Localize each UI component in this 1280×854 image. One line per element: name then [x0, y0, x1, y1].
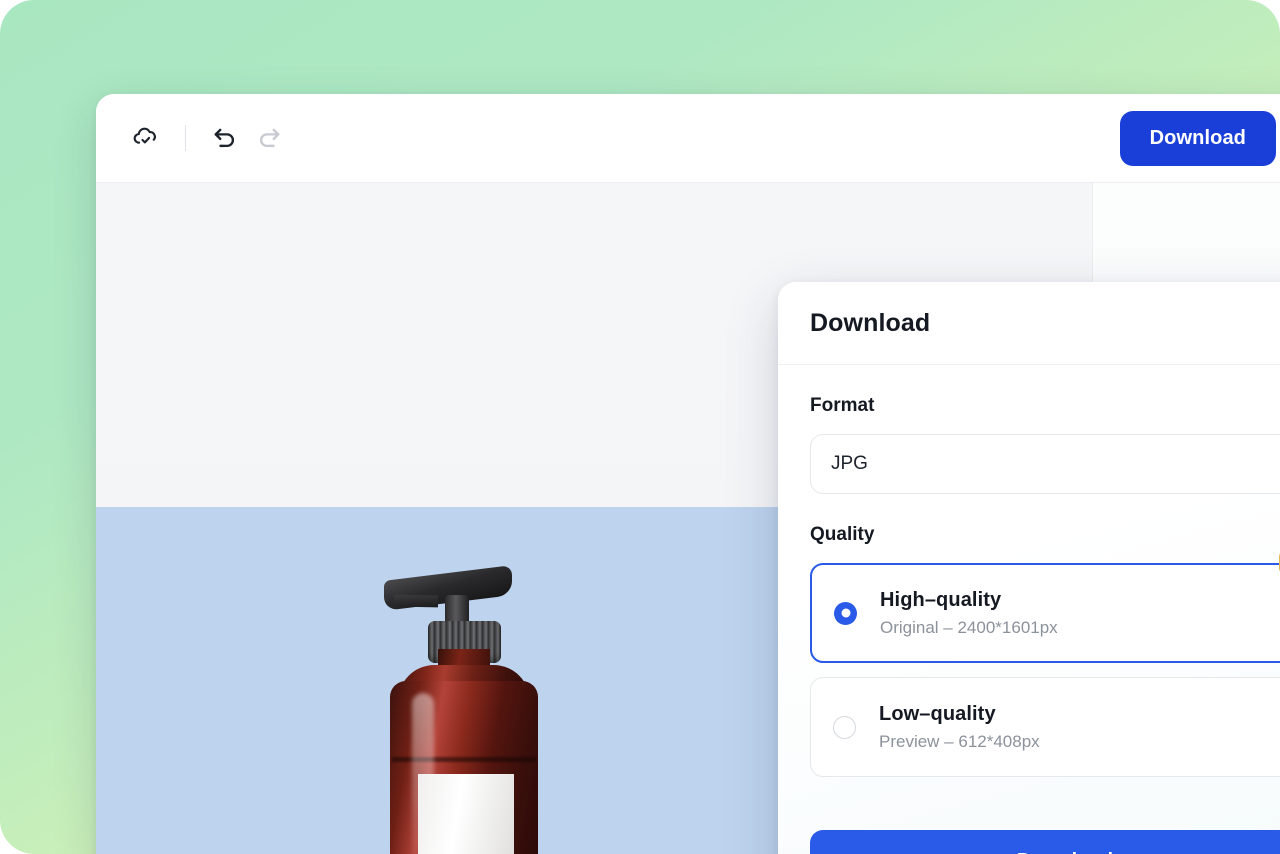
- undo-button[interactable]: [203, 116, 247, 160]
- quality-section-label: Quality: [810, 524, 875, 545]
- dialog-header: Download: [778, 282, 1280, 365]
- redo-button[interactable]: [247, 116, 291, 160]
- quality-option-subtitle: Original – 2400*1601px: [880, 617, 1058, 637]
- format-select[interactable]: JPG: [810, 434, 1280, 494]
- radio-low-quality[interactable]: [833, 715, 856, 739]
- download-dialog: Download Format JPG Quality High–quality…: [778, 282, 1280, 854]
- dialog-download-button[interactable]: Download: [810, 830, 1280, 854]
- toolbar-download-button[interactable]: Download: [1119, 110, 1276, 166]
- app-window: Download Download Format JPG Quality Hig…: [96, 94, 1280, 854]
- dialog-body: Format JPG Quality High–quality Original…: [778, 365, 1280, 830]
- editor-toolbar: Download: [96, 94, 1280, 183]
- quality-option-high[interactable]: High–quality Original – 2400*1601px Pro: [810, 551, 1280, 663]
- quality-option-subtitle: Preview – 612*408px: [879, 731, 1040, 751]
- dialog-footer: Download: [778, 830, 1280, 854]
- quality-option-text: High–quality Original – 2400*1601px: [880, 589, 1058, 638]
- quality-option-title: Low–quality: [879, 702, 996, 725]
- quality-option-text: Low–quality Preview – 612*408px: [879, 703, 1040, 752]
- quality-option-title: High–quality: [880, 588, 1002, 611]
- dialog-title: Download: [810, 308, 931, 337]
- bottle-nozzle-tip: [394, 594, 438, 608]
- format-section-label: Format: [810, 395, 875, 416]
- quality-option-low[interactable]: Low–quality Preview – 612*408px: [810, 677, 1280, 777]
- undo-arrow-icon: [210, 122, 240, 155]
- pump-bottle-illustration: [368, 565, 558, 854]
- save-status-button[interactable]: [124, 116, 168, 160]
- redo-arrow-icon: [254, 122, 284, 155]
- page-root: Download Download Format JPG Quality Hig…: [0, 0, 1280, 854]
- format-select-value: JPG: [831, 453, 868, 474]
- bottle-label: [418, 774, 514, 854]
- radio-high-quality[interactable]: [834, 601, 857, 625]
- quality-option-list: High–quality Original – 2400*1601px Pro …: [810, 551, 1280, 777]
- toolbar-divider: [185, 125, 186, 151]
- cloud-check-icon: [131, 122, 161, 155]
